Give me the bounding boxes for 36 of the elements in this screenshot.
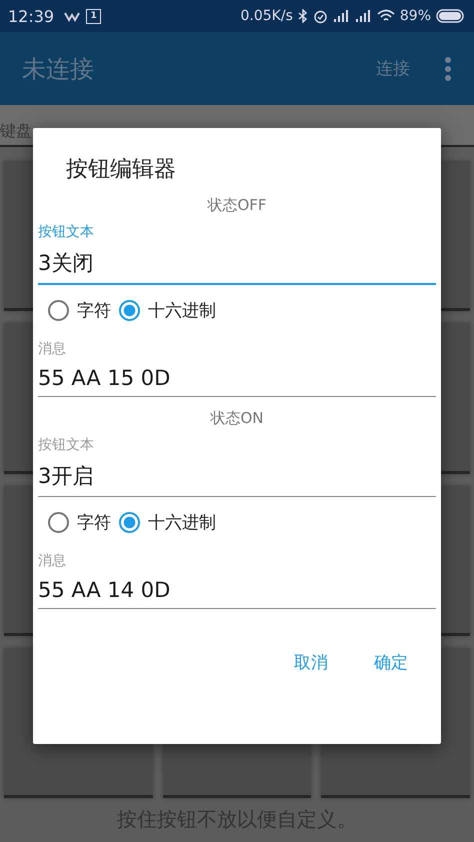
dialog-title: 按钮编辑器 — [65, 156, 176, 184]
radio-label[interactable]: 字符 — [77, 299, 111, 322]
network-speed: 0.05K/s — [240, 8, 293, 24]
battery-percent: 89% — [400, 8, 431, 24]
menu-icon[interactable] — [444, 56, 452, 82]
field-value: 3开启 — [38, 463, 94, 490]
text-field[interactable]: 按钮文本 3关闭 — [38, 219, 436, 285]
bluetooth-icon — [298, 9, 308, 23]
field-label: 按钮文本 — [38, 436, 94, 454]
connection-status: 未连接 — [22, 54, 95, 84]
clock: 12:39 — [8, 6, 54, 26]
radio-button[interactable] — [119, 512, 140, 533]
calendar-icon: 1 — [86, 8, 102, 24]
text-field[interactable]: 消息 55 AA 14 0D — [38, 548, 436, 609]
radio-button[interactable] — [48, 300, 69, 321]
radio-label[interactable]: 字符 — [77, 511, 111, 534]
field-value: 55 AA 15 0D — [38, 365, 170, 392]
field-label: 按钮文本 — [38, 223, 94, 241]
wave-icon — [63, 10, 82, 22]
radio-label[interactable]: 十六进制 — [148, 299, 216, 322]
field-label: 消息 — [38, 340, 66, 358]
text-field[interactable]: 按钮文本 3开启 — [38, 432, 436, 497]
signal-icon — [354, 10, 372, 22]
section-heading: 状态ON — [210, 409, 264, 428]
field-value: 55 AA 14 0D — [38, 577, 170, 604]
field-label: 消息 — [38, 552, 66, 570]
section-heading: 状态OFF — [207, 196, 267, 215]
battery-icon — [436, 9, 466, 23]
radio-button[interactable] — [119, 300, 140, 321]
signal-icon — [332, 10, 350, 22]
field-value: 3关闭 — [38, 250, 94, 277]
text-field[interactable]: 消息 55 AA 15 0D — [38, 336, 436, 397]
wifi-icon — [376, 9, 395, 23]
radio-button[interactable] — [48, 512, 69, 533]
alarm-icon — [312, 8, 328, 24]
radio-label[interactable]: 十六进制 — [148, 511, 216, 534]
